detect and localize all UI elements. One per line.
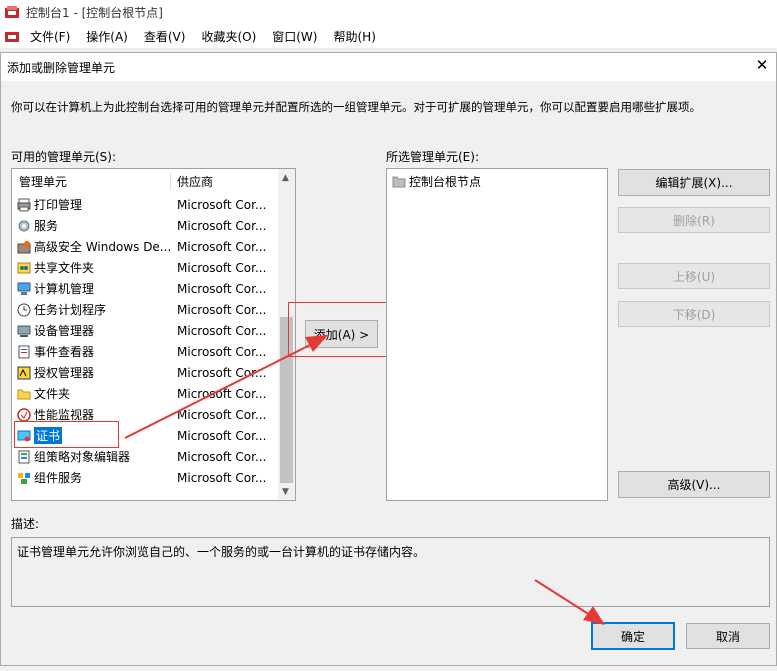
selected-snapins-label: 所选管理单元(E): <box>386 150 479 164</box>
component-icon <box>17 471 31 485</box>
description-box: 证书管理单元允许你浏览自己的、一个服务的或一台计算机的证书存储内容。 <box>11 537 770 607</box>
menu-help[interactable]: 帮助(H) <box>325 28 383 45</box>
snapin-row-7[interactable]: 事件查看器 Microsoft Cor... <box>12 341 272 362</box>
available-snapins-list[interactable]: 管理单元 供应商 打印管理 Microsoft Cor... 服务 Microsoft… <box>11 168 296 501</box>
selected-item-label: 控制台根节点 <box>409 175 482 189</box>
snapin-name: 打印管理 <box>34 198 83 212</box>
snapin-row-1[interactable]: 服务 Microsoft Cor... <box>12 215 272 236</box>
column-divider[interactable] <box>170 173 171 190</box>
list-header: 管理单元 供应商 <box>12 171 272 192</box>
mmc-app-icon <box>4 5 20 19</box>
available-snapins-label: 可用的管理单元(S): <box>11 150 117 164</box>
event-log-icon <box>17 345 31 359</box>
snapin-row-8[interactable]: 授权管理器 Microsoft Cor... <box>12 362 272 383</box>
snapin-vendor: Microsoft Cor... <box>177 302 267 317</box>
dialog-title: 添加或删除管理单元 <box>7 60 116 75</box>
snapin-name: 计算机管理 <box>34 282 95 296</box>
printer-icon <box>17 198 31 212</box>
move-up-button[interactable]: 上移(U) <box>618 263 770 289</box>
snapin-row-0[interactable]: 打印管理 Microsoft Cor... <box>12 194 272 215</box>
dialog-titlebar: 添加或删除管理单元 ✕ <box>1 53 776 81</box>
snapin-name: 文件夹 <box>34 387 71 401</box>
snapin-vendor: Microsoft Cor... <box>177 344 267 359</box>
snapin-vendor: Microsoft Cor... <box>177 470 267 485</box>
snapin-name: 事件查看器 <box>34 345 95 359</box>
policy-icon <box>17 450 31 464</box>
snapin-row-2[interactable]: 高级安全 Windows De... Microsoft Cor... <box>12 236 272 257</box>
scroll-up-icon[interactable]: ▲ <box>282 173 289 183</box>
snapin-name: 设备管理器 <box>34 324 95 338</box>
snapin-name: 组件服务 <box>34 471 83 485</box>
ok-button[interactable]: 确定 <box>591 622 675 650</box>
scroll-down-icon[interactable]: ▼ <box>282 487 289 497</box>
folder-icon <box>17 387 31 401</box>
add-remove-snapins-dialog: 添加或删除管理单元 ✕ 你可以在计算机上为此控制台选择可用的管理单元并配置所选的… <box>0 52 777 666</box>
device-icon <box>17 324 31 338</box>
snapin-vendor: Microsoft Cor... <box>177 323 267 338</box>
snapin-row-13[interactable]: 组件服务 Microsoft Cor... <box>12 467 272 488</box>
column-header-vendor[interactable]: 供应商 <box>177 173 272 190</box>
annotation-box-certificates <box>14 421 119 448</box>
app-title: 控制台1 - [控制台根节点] <box>26 5 163 20</box>
snapin-name: 任务计划程序 <box>34 303 107 317</box>
snapin-vendor: Microsoft Cor... <box>177 407 267 422</box>
menu-file[interactable]: 文件(F) <box>22 28 78 45</box>
computer-icon <box>17 282 31 296</box>
gears-icon <box>17 219 31 233</box>
firewall-icon <box>17 240 31 254</box>
snapin-row-6[interactable]: 设备管理器 Microsoft Cor... <box>12 320 272 341</box>
snapin-vendor: Microsoft Cor... <box>177 386 267 401</box>
snapin-name: 共享文件夹 <box>34 261 95 275</box>
close-icon[interactable]: ✕ <box>754 57 770 73</box>
menu-view[interactable]: 查看(V) <box>136 28 194 45</box>
remove-button[interactable]: 删除(R) <box>618 207 770 233</box>
snapin-name: 授权管理器 <box>34 366 95 380</box>
snapin-vendor: Microsoft Cor... <box>177 281 267 296</box>
snapin-vendor: Microsoft Cor... <box>177 428 267 443</box>
mmc-menu-icon[interactable] <box>4 29 20 43</box>
folder-icon <box>392 175 406 189</box>
annotation-box-add <box>288 302 388 357</box>
snapin-name: 组策略对象编辑器 <box>34 450 131 464</box>
app-titlebar: 控制台1 - [控制台根节点] <box>0 0 777 24</box>
shared-folder-icon <box>17 261 31 275</box>
performance-icon <box>17 407 31 422</box>
advanced-button[interactable]: 高级(V)... <box>618 471 770 498</box>
dialog-intro: 你可以在计算机上为此控制台选择可用的管理单元并配置所选的一组管理单元。对于可扩展… <box>11 100 701 114</box>
clock-icon <box>17 303 31 317</box>
snapin-row-5[interactable]: 任务计划程序 Microsoft Cor... <box>12 299 272 320</box>
snapin-row-9[interactable]: 文件夹 Microsoft Cor... <box>12 383 272 404</box>
move-down-button[interactable]: 下移(D) <box>618 301 770 327</box>
selected-item[interactable]: 控制台根节点 <box>387 171 647 192</box>
description-text: 证书管理单元允许你浏览自己的、一个服务的或一台计算机的证书存储内容。 <box>17 545 426 559</box>
snapin-name: 服务 <box>34 219 59 233</box>
snapin-vendor: Microsoft Cor... <box>177 365 267 380</box>
snapin-vendor: Microsoft Cor... <box>177 260 267 275</box>
snapin-vendor: Microsoft Cor... <box>177 218 267 233</box>
description-label: 描述: <box>11 517 40 531</box>
selected-snapins-list[interactable]: 控制台根节点 <box>386 168 608 501</box>
cancel-button[interactable]: 取消 <box>686 623 770 649</box>
column-header-snapin[interactable]: 管理单元 <box>19 173 169 190</box>
menu-action[interactable]: 操作(A) <box>78 28 136 45</box>
snapin-vendor: Microsoft Cor... <box>177 197 267 212</box>
snapin-row-4[interactable]: 计算机管理 Microsoft Cor... <box>12 278 272 299</box>
menu-favorites[interactable]: 收藏夹(O) <box>193 28 264 45</box>
snapin-vendor: Microsoft Cor... <box>177 449 267 464</box>
snapin-row-12[interactable]: 组策略对象编辑器 Microsoft Cor... <box>12 446 272 467</box>
menu-window[interactable]: 窗口(W) <box>264 28 325 45</box>
snapin-vendor: Microsoft Cor... <box>177 239 267 254</box>
edit-extensions-button[interactable]: 编辑扩展(X)... <box>618 169 770 196</box>
snapin-name: 高级安全 Windows De... <box>34 240 172 254</box>
app-menubar: 文件(F) 操作(A) 查看(V) 收藏夹(O) 窗口(W) 帮助(H) <box>0 24 777 48</box>
authorization-icon <box>17 366 31 380</box>
snapin-row-3[interactable]: 共享文件夹 Microsoft Cor... <box>12 257 272 278</box>
